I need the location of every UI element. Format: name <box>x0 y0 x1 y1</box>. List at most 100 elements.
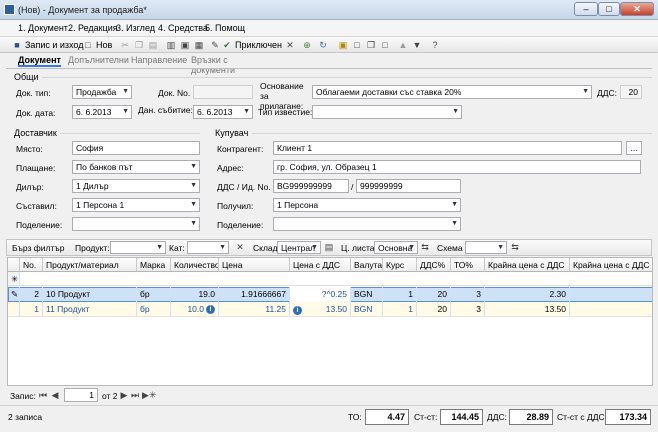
tab-links[interactable]: Връзки с документи <box>191 55 235 75</box>
cell-currency[interactable]: BGN <box>351 287 383 302</box>
contractor-field[interactable]: Клиент 1 <box>273 141 622 155</box>
cell-rate[interactable]: 1 <box>383 302 417 317</box>
cell-currency[interactable]: BGN <box>351 302 383 317</box>
menu-document[interactable]: 1. Документ <box>18 23 68 33</box>
column-header-no[interactable]: No. <box>20 258 43 272</box>
tab-additional[interactable]: Допълнителни <box>68 55 129 65</box>
author-select[interactable]: 1 Персона 1 ▼ <box>72 198 200 212</box>
column-header-rate[interactable]: Курс <box>383 258 417 272</box>
prev-record-icon[interactable]: ◀ <box>50 390 60 400</box>
payment-select[interactable]: По банков път ▼ <box>72 160 200 174</box>
page-icon[interactable]: □ <box>352 40 362 50</box>
clear-filter-icon[interactable]: ✕ <box>235 242 245 252</box>
cut-icon[interactable]: ✂ <box>120 40 130 50</box>
warehouse-copy-icon[interactable]: ▤ <box>324 242 334 252</box>
doc-type-select[interactable]: Продажба ▼ <box>72 85 132 99</box>
cell-final[interactable]: 13.50 <box>485 302 570 317</box>
column-header-vat[interactable]: ДДС% <box>417 258 451 272</box>
cell-price-vat[interactable]: i 13.50 <box>290 302 351 317</box>
cell-brand[interactable]: бр <box>137 287 171 302</box>
column-header-final[interactable]: Крайна цена с ДДС <box>485 258 570 272</box>
received-select[interactable]: 1 Персона ▼ <box>273 198 461 212</box>
cell-qty[interactable]: i 10.0 <box>171 302 219 317</box>
vat-number-field[interactable]: BG999999999 <box>273 179 349 193</box>
cell-product[interactable]: 10 Продукт <box>43 287 137 302</box>
basis-select[interactable]: Облагаеми доставки със ставка 20% ▼ <box>312 85 592 99</box>
menu-tools[interactable]: 4. Средства <box>158 23 208 33</box>
cell-qty[interactable]: 19.0 <box>171 287 219 302</box>
add-row-icon[interactable]: ⊕ <box>302 40 312 50</box>
pages-icon[interactable]: ❐ <box>366 40 376 50</box>
cell-vat[interactable]: 20 <box>417 302 451 317</box>
supplier-division-select[interactable]: ▼ <box>72 217 200 231</box>
save-exit-button[interactable]: Запис и изход <box>25 39 83 51</box>
warehouse-select[interactable]: Централ ▼ <box>277 241 321 254</box>
new-button[interactable]: Нов <box>96 39 112 51</box>
doc-date-picker[interactable]: 6. 6.2013 ▼ <box>72 105 132 119</box>
edit-icon[interactable]: ✎ <box>210 40 220 50</box>
print-icon[interactable]: ▥ <box>166 40 176 50</box>
column-header-product[interactable]: Продукт/материал <box>43 258 137 272</box>
minimize-button[interactable]: – <box>574 2 598 16</box>
move-up-icon[interactable]: ▲ <box>398 40 408 50</box>
cell-no[interactable]: 2 <box>20 287 43 302</box>
category-filter-select[interactable]: ▼ <box>187 241 229 254</box>
move-down-icon[interactable]: ▼ <box>412 40 422 50</box>
cell-brand[interactable]: бр <box>137 302 171 317</box>
export-icon[interactable]: ▦ <box>194 40 204 50</box>
copy-icon[interactable]: ❐ <box>134 40 144 50</box>
tax-event-picker[interactable]: 6. 6.2013 ▼ <box>193 105 253 119</box>
close-button[interactable]: ✕ <box>620 2 654 16</box>
address-field[interactable]: гр. София, ул. Образец 1 <box>273 160 641 174</box>
dealer-select[interactable]: 1 Дилър ▼ <box>72 179 200 193</box>
contractor-browse-button[interactable]: ... <box>626 141 642 155</box>
new-record-icon[interactable]: ▶✳ <box>142 390 156 400</box>
column-header-price[interactable]: Цена <box>219 258 290 272</box>
cell-no[interactable]: 1 <box>20 302 43 317</box>
insert-icon[interactable]: ▣ <box>338 40 348 50</box>
column-header-to[interactable]: ТО% <box>451 258 485 272</box>
menu-edit[interactable]: 2. Редакция <box>68 23 118 33</box>
vat-field[interactable]: 20 <box>620 85 642 99</box>
finish-button[interactable]: Приключен <box>235 39 282 51</box>
maximize-button[interactable]: □ <box>598 2 620 16</box>
cell-vat[interactable]: 20 <box>417 287 451 302</box>
tab-document[interactable]: Документ <box>18 55 61 67</box>
page-blank-icon[interactable]: □ <box>380 40 390 50</box>
column-header-currency[interactable]: Валута <box>351 258 383 272</box>
next-record-icon[interactable]: ▶ <box>119 390 129 400</box>
cell-price[interactable]: 11.25 <box>219 302 290 317</box>
scheme-apply-icon[interactable]: ⇆ <box>510 242 520 252</box>
cancel-icon[interactable]: ✕ <box>285 40 295 50</box>
buyer-division-select[interactable]: ▼ <box>273 217 461 231</box>
current-record-field[interactable]: 1 <box>64 388 98 402</box>
help-icon[interactable]: ? <box>430 40 440 50</box>
cell-price[interactable]: 1.91666667 <box>219 287 290 302</box>
pricelist-select[interactable]: Основна ▼ <box>374 241 418 254</box>
tab-direction[interactable]: Направление <box>131 55 187 65</box>
doc-no-field[interactable] <box>193 85 253 99</box>
column-header-brand[interactable]: Марка <box>137 258 171 272</box>
preview-icon[interactable]: ▣ <box>180 40 190 50</box>
new-row[interactable] <box>20 272 652 286</box>
cell-to[interactable]: 3 <box>451 287 485 302</box>
last-record-icon[interactable]: ⏭ <box>130 390 140 400</box>
cell-product[interactable]: 11 Продукт <box>43 302 137 317</box>
cell-rate[interactable]: 1 <box>383 287 417 302</box>
first-record-icon[interactable]: ⏮ <box>38 390 48 400</box>
notice-type-select[interactable]: ▼ <box>312 105 462 119</box>
cell-to[interactable]: 3 <box>451 302 485 317</box>
place-field[interactable]: София <box>72 141 200 155</box>
menu-help[interactable]: 5. Помощ <box>205 23 245 33</box>
column-header-qty[interactable]: Количество <box>171 258 219 272</box>
id-number-field[interactable]: 999999999 <box>356 179 461 193</box>
menu-view[interactable]: 3. Изглед <box>116 23 155 33</box>
cell-final[interactable]: 2.30 <box>485 287 570 302</box>
column-header-final-total[interactable]: Крайна цена с ДДС и <box>570 258 652 272</box>
scheme-select[interactable]: ▼ <box>465 241 507 254</box>
column-header-price-vat[interactable]: Цена с ДДС <box>290 258 351 272</box>
cell-price-vat-editing[interactable]: ?^0.25 <box>290 287 351 302</box>
product-filter-select[interactable]: ▼ <box>110 241 166 254</box>
paste-icon[interactable]: ▤ <box>148 40 158 50</box>
pricelist-apply-icon[interactable]: ⇆ <box>420 242 430 252</box>
